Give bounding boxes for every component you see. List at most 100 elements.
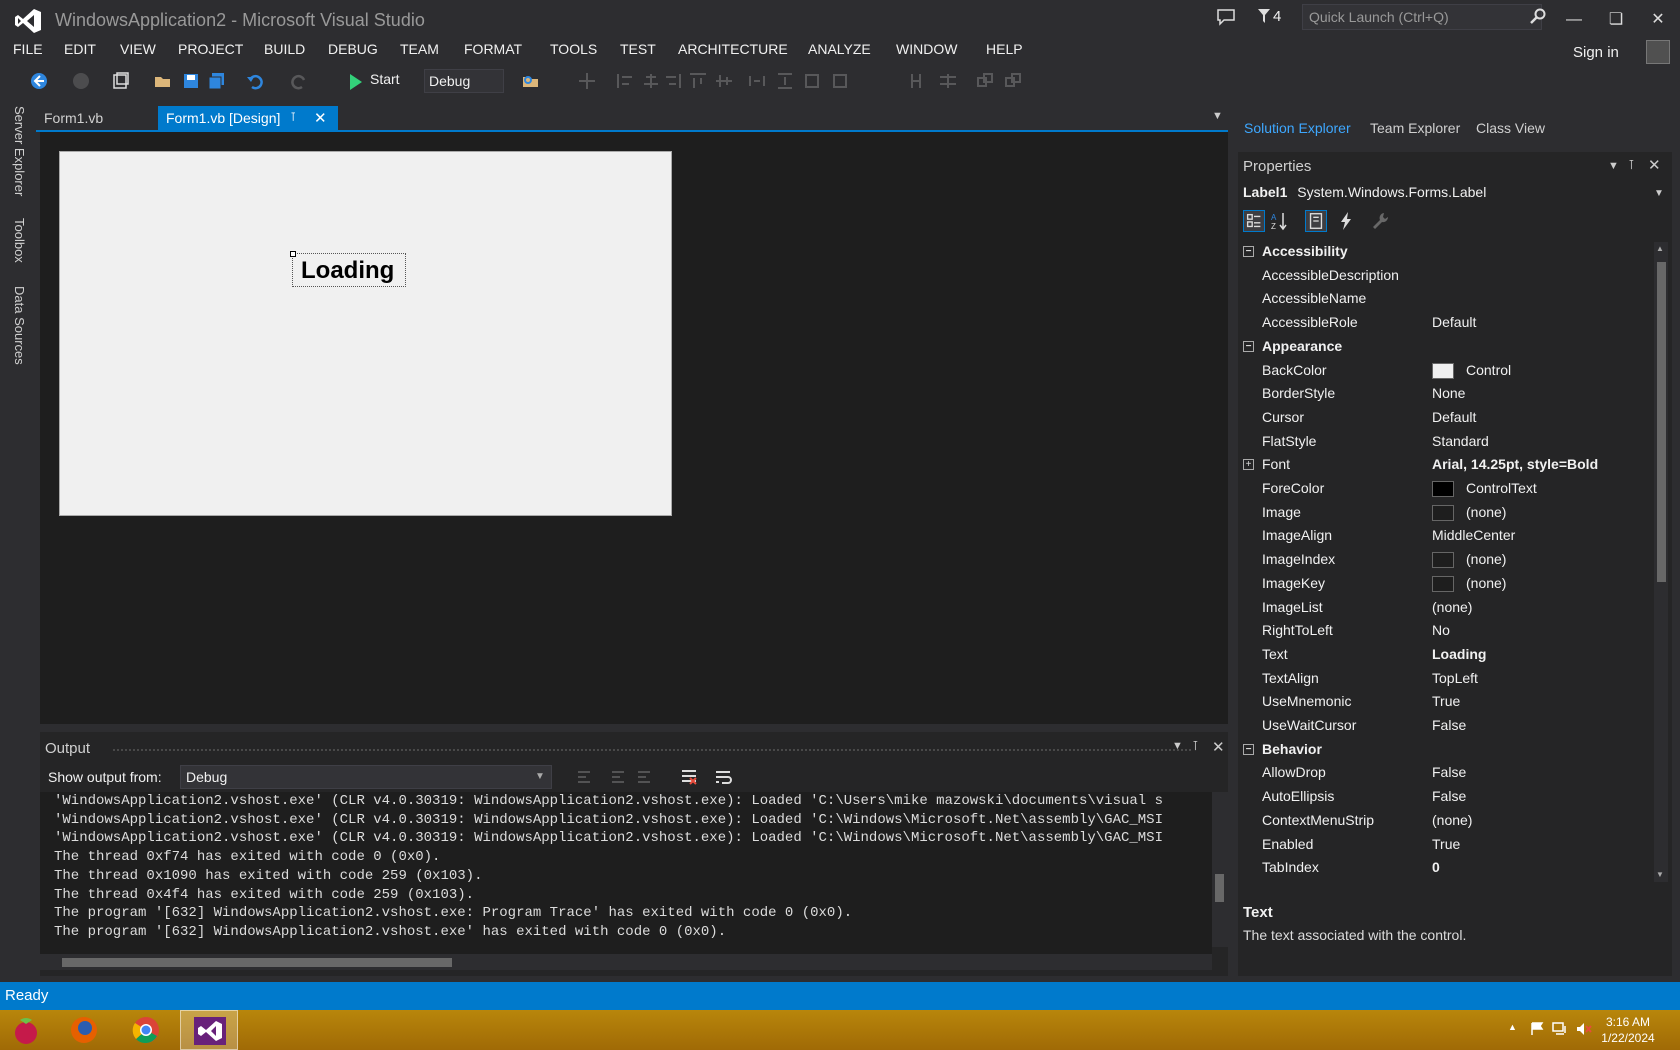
property-value[interactable]: False	[1432, 785, 1466, 809]
show-hidden-icons-icon[interactable]: ▲	[1508, 1022, 1517, 1032]
property-value[interactable]: MiddleCenter	[1432, 524, 1515, 548]
minimize-button[interactable]: —	[1558, 6, 1590, 34]
property-value[interactable]: None	[1432, 382, 1465, 406]
menu-tools[interactable]: TOOLS	[550, 41, 597, 57]
tab-class-view[interactable]: Class View	[1476, 120, 1545, 136]
scroll-down-icon[interactable]: ▼	[1656, 870, 1664, 879]
property-row[interactable]: Cursor Default	[1238, 406, 1648, 430]
scrollbar-thumb[interactable]	[1215, 874, 1224, 902]
property-value[interactable]: True	[1432, 833, 1460, 857]
property-value[interactable]: Control	[1432, 359, 1511, 383]
form-designer-surface[interactable]: Loading	[40, 132, 1228, 724]
taskbar-active-app[interactable]	[180, 1010, 238, 1050]
data-sources-tab[interactable]: Data Sources	[12, 286, 27, 365]
property-value[interactable]: Standard	[1432, 430, 1489, 454]
property-value[interactable]: Loading	[1432, 643, 1486, 667]
expand-icon[interactable]: +	[1243, 459, 1254, 471]
pin-tab-icon[interactable]: ⊺	[290, 110, 296, 124]
collapse-icon[interactable]: −	[1243, 340, 1254, 352]
feedback-icon[interactable]	[1216, 8, 1236, 26]
menu-window[interactable]: WINDOW	[896, 41, 957, 57]
tab-list-chevron-down-icon[interactable]: ▼	[1212, 110, 1223, 122]
object-selector[interactable]: Label1 System.Windows.Forms.Label	[1243, 184, 1486, 200]
menu-view[interactable]: VIEW	[120, 41, 156, 57]
property-row[interactable]: ImageList (none)	[1238, 596, 1648, 620]
sign-in-link[interactable]: Sign in	[1573, 44, 1619, 61]
menu-build[interactable]: BUILD	[264, 41, 305, 57]
align-to-grid-icon[interactable]	[578, 72, 596, 90]
property-value[interactable]: TopLeft	[1432, 667, 1478, 691]
show-output-from-select[interactable]: Debug ▼	[180, 765, 552, 789]
property-row[interactable]: ImageKey (none)	[1238, 572, 1648, 596]
server-explorer-tab[interactable]: Server Explorer	[12, 106, 27, 196]
object-selector-chevron-down-icon[interactable]: ▼	[1654, 188, 1664, 199]
menu-team[interactable]: TEAM	[400, 41, 439, 57]
save-icon[interactable]	[182, 72, 200, 90]
property-category[interactable]: − Accessibility	[1238, 240, 1648, 264]
property-value[interactable]: (none)	[1432, 572, 1506, 596]
output-horizontal-scrollbar[interactable]	[40, 954, 1212, 970]
property-row[interactable]: TabIndex 0	[1238, 856, 1648, 880]
property-row[interactable]: AccessibleName	[1238, 287, 1648, 311]
solution-configuration-select[interactable]: Debug	[424, 69, 504, 93]
toolbox-tab[interactable]: Toolbox	[12, 218, 27, 263]
property-row[interactable]: UseMnemonic True	[1238, 690, 1648, 714]
toggle-word-wrap-icon[interactable]	[714, 768, 732, 786]
scrollbar-thumb[interactable]	[62, 958, 452, 967]
scrollbar-thumb[interactable]	[1657, 262, 1666, 582]
properties-scrollbar[interactable]: ▲ ▼	[1654, 242, 1668, 882]
order-icons[interactable]	[976, 72, 1036, 90]
menu-test[interactable]: TEST	[620, 41, 656, 57]
property-value[interactable]: (none)	[1432, 809, 1472, 833]
form1-window[interactable]: Loading	[59, 151, 672, 516]
categorized-icon[interactable]	[1243, 210, 1265, 232]
alphabetical-icon[interactable]: AZ	[1269, 210, 1291, 232]
property-row[interactable]: Image (none)	[1238, 501, 1648, 525]
property-category[interactable]: − Appearance	[1238, 335, 1648, 359]
start-debugging-button[interactable]: Start	[346, 71, 400, 93]
property-row[interactable]: BorderStyle None	[1238, 382, 1648, 406]
property-row[interactable]: + Font Arial, 14.25pt, style=Bold	[1238, 453, 1648, 477]
property-value[interactable]: No	[1432, 619, 1450, 643]
property-row[interactable]: AccessibleDescription	[1238, 264, 1648, 288]
action-center-flag-icon[interactable]	[1530, 1022, 1544, 1036]
properties-pin-icon[interactable]: ⊺	[1628, 157, 1635, 173]
property-row[interactable]: ForeColor ControlText	[1238, 477, 1648, 501]
output-navigation-icons[interactable]	[576, 768, 666, 786]
property-value[interactable]: False	[1432, 714, 1466, 738]
property-value[interactable]: (none)	[1432, 596, 1472, 620]
save-all-icon[interactable]	[208, 72, 226, 90]
scroll-up-icon[interactable]: ▲	[1656, 244, 1664, 253]
menu-file[interactable]: FILE	[13, 41, 43, 57]
property-category[interactable]: − Behavior	[1238, 738, 1648, 762]
property-value[interactable]: Arial, 14.25pt, style=Bold	[1432, 453, 1598, 477]
collapse-icon[interactable]: −	[1243, 743, 1254, 755]
menu-project[interactable]: PROJECT	[178, 41, 243, 57]
collapse-icon[interactable]: −	[1243, 246, 1254, 257]
navigate-back-icon[interactable]	[30, 72, 48, 90]
property-value[interactable]: True	[1432, 690, 1460, 714]
close-tab-icon[interactable]: ✕	[314, 109, 327, 127]
property-row[interactable]: AllowDrop False	[1238, 761, 1648, 785]
system-clock[interactable]: 3:16 AM 1/22/2024	[1586, 1014, 1670, 1046]
output-text-area[interactable]: 'WindowsApplication2.vshost.exe' (CLR v4…	[40, 792, 1212, 962]
clear-all-icon[interactable]	[680, 768, 698, 786]
property-row[interactable]: FlatStyle Standard	[1238, 430, 1648, 454]
label1-control[interactable]: Loading	[290, 251, 406, 287]
menu-debug[interactable]: DEBUG	[328, 41, 378, 57]
tab-solution-explorer[interactable]: Solution Explorer	[1244, 120, 1351, 136]
property-value[interactable]: False	[1432, 761, 1466, 785]
events-lightning-icon[interactable]	[1335, 210, 1357, 232]
property-row[interactable]: UseWaitCursor False	[1238, 714, 1648, 738]
property-value[interactable]: ControlText	[1432, 477, 1537, 501]
menu-format[interactable]: FORMAT	[464, 41, 522, 57]
properties-menu-chevron-down-icon[interactable]: ▼	[1608, 160, 1619, 172]
output-close-icon[interactable]: ✕	[1212, 738, 1225, 756]
property-row[interactable]: BackColor Control	[1238, 359, 1648, 383]
chrome-icon[interactable]	[128, 1014, 164, 1046]
properties-view-icon[interactable]	[1305, 210, 1327, 232]
find-in-files-icon[interactable]	[522, 72, 540, 90]
tab-team-explorer[interactable]: Team Explorer	[1370, 120, 1460, 136]
restore-button[interactable]: ❏	[1600, 6, 1632, 34]
property-row[interactable]: RightToLeft No	[1238, 619, 1648, 643]
